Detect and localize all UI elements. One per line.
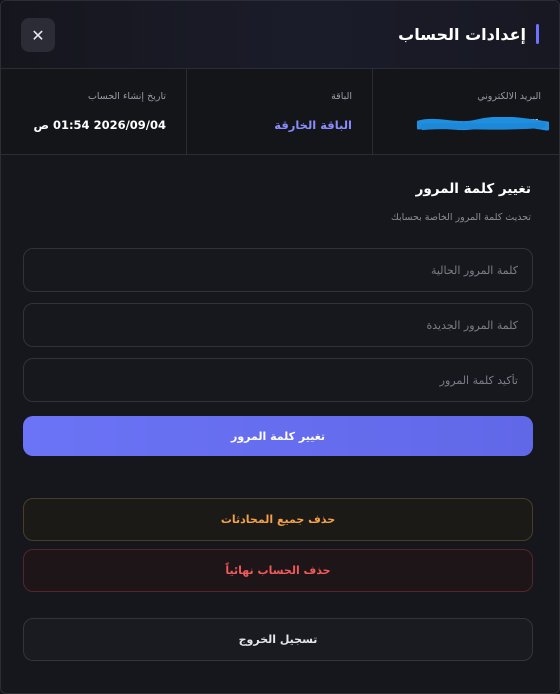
modal-header: ✕ إعدادات الحساب [1,1,559,69]
created-value: 2026/09/04 01:54 ص [33,118,166,132]
logout-button[interactable]: تسجيل الخروج [23,618,533,661]
delete-account-button[interactable]: حذف الحساب نهائياً [23,549,533,592]
created-info: تاريخ إنشاء الحساب 2026/09/04 01:54 ص [1,69,186,155]
change-password-button[interactable]: تغيير كلمة المرور [23,416,533,456]
modal-title-group: إعدادات الحساب [398,23,539,45]
delete-account-label: حذف الحساب نهائياً [225,564,331,577]
new-password-input[interactable] [23,303,533,347]
email-info: البريد الالكتروني m [373,69,559,155]
plan-value: الباقة الخارقة [274,118,352,132]
account-settings-modal: ✕ إعدادات الحساب البريد الالكتروني m الب… [0,0,560,694]
close-button[interactable]: ✕ [21,18,55,52]
created-label: تاريخ إنشاء الحساب [87,91,166,102]
delete-all-chats-button[interactable]: حذف جميع المحادثات [23,498,533,541]
logout-label: تسجيل الخروج [238,633,318,646]
plan-info: الباقة الباقة الخارقة [186,69,373,155]
current-password-input[interactable] [23,248,533,292]
account-info-row: البريد الالكتروني m الباقة الباقة الخارق… [1,69,559,155]
title-accent-bar [536,24,539,44]
modal-title: إعدادات الحساب [398,24,526,44]
confirm-password-input[interactable] [23,358,533,402]
email-label: البريد الالكتروني [477,91,541,102]
close-icon: ✕ [31,25,45,45]
plan-label: الباقة [331,91,352,102]
redaction-scribble [417,117,549,131]
change-password-subtitle: تحديث كلمة المرور الخاصة بحسابك [390,212,531,223]
change-password-button-label: تغيير كلمة المرور [230,429,326,443]
delete-all-chats-label: حذف جميع المحادثات [220,513,336,526]
change-password-title: تغيير كلمة المرور [415,181,531,197]
